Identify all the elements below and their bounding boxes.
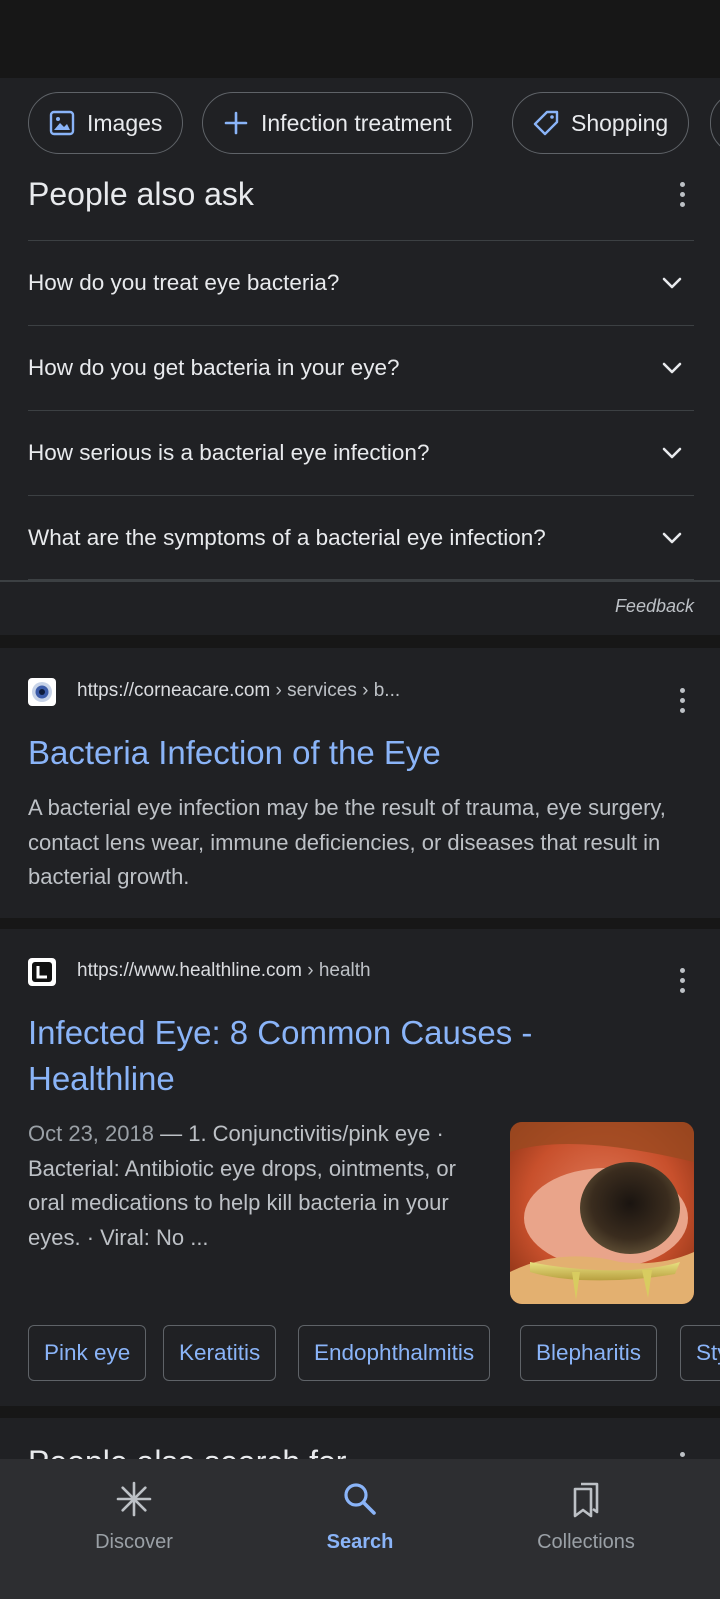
paa-question[interactable]: How do you treat eye bacteria? (28, 240, 694, 325)
result-url[interactable]: https://www.healthline.com › health (77, 960, 371, 982)
related-tag[interactable]: Sty (680, 1325, 720, 1381)
related-tag[interactable]: Blepharitis (520, 1325, 658, 1381)
filter-chips-row[interactable]: Images Infection treatment Shopping (0, 78, 720, 170)
nav-discover[interactable]: Discover (14, 1459, 254, 1599)
section-divider (0, 1406, 720, 1418)
related-tag[interactable]: Keratitis (163, 1325, 277, 1381)
chip-label: Shopping (571, 109, 669, 136)
chevron-down-icon (662, 362, 682, 374)
more-options-icon[interactable] (672, 182, 692, 207)
nav-collections[interactable]: Collections (466, 1459, 706, 1599)
eye-infection-thumbnail[interactable] (510, 1122, 694, 1304)
people-also-ask-title: People also ask (28, 176, 254, 212)
result-snippet: A bacterial eye infection may be the res… (28, 795, 666, 889)
partial-section-clip: People also search for (0, 1418, 720, 1459)
chevron-down-icon (662, 532, 682, 543)
more-options-icon[interactable] (672, 968, 692, 993)
related-tag[interactable]: Pink eye (28, 1325, 147, 1381)
chip-label: Infection treatment (261, 109, 452, 136)
section-divider (0, 918, 720, 929)
chip-images[interactable]: Images (28, 92, 184, 154)
feedback-link[interactable]: Feedback (615, 596, 694, 617)
chevron-down-icon (662, 447, 682, 459)
status-bar (0, 0, 720, 78)
plus-icon (221, 108, 251, 138)
section-divider (0, 635, 720, 648)
image-icon (47, 108, 77, 138)
collections-icon (566, 1479, 606, 1519)
paa-question[interactable]: What are the symptoms of a bacterial eye… (28, 495, 694, 580)
tag-icon (531, 108, 561, 138)
result-title-link[interactable]: Bacteria Infection of the Eye (28, 730, 441, 776)
chip-label: Images (87, 109, 163, 136)
chip-shopping[interactable]: Shopping (512, 92, 690, 154)
result-url[interactable]: https://corneacare.com › services › b... (77, 680, 400, 702)
corneacare-favicon (28, 678, 56, 706)
chevron-down-icon (662, 277, 682, 289)
nav-search[interactable]: Search (240, 1459, 480, 1599)
divider (0, 580, 720, 582)
search-icon (340, 1479, 380, 1519)
related-tag[interactable]: Endophthalmitis (298, 1325, 491, 1381)
asterisk-icon (114, 1479, 154, 1519)
result-title-link[interactable]: Infected Eye: 8 Common Causes - Healthli… (28, 1010, 628, 1102)
healthline-favicon (28, 958, 56, 986)
paa-question[interactable]: How serious is a bacterial eye infection… (28, 410, 694, 495)
chip-infection-treatment[interactable]: Infection treatment (202, 92, 473, 154)
result-snippet: Oct 23, 2018 — 1. Conjunctivitis/pink ey… (28, 1121, 456, 1250)
more-options-icon[interactable] (672, 688, 692, 713)
chip-partial[interactable] (710, 92, 720, 154)
more-options-icon[interactable] (672, 1452, 692, 1459)
people-also-search-title: People also search for (28, 1444, 346, 1459)
bottom-navigation: Discover Search Collections (0, 1459, 720, 1599)
paa-question[interactable]: How do you get bacteria in your eye? (28, 325, 694, 410)
